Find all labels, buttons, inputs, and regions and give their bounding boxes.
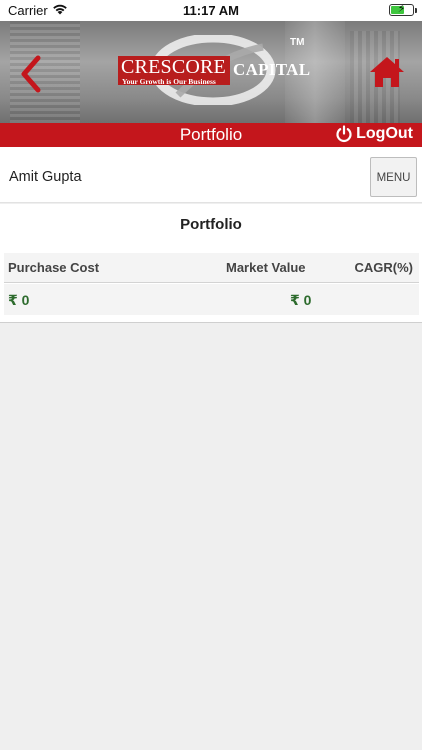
clock: 11:17 AM bbox=[183, 3, 239, 18]
portfolio-table: Purchase Cost Market Value CAGR(%) ₹ 0 ₹… bbox=[4, 253, 419, 315]
brand-name-primary: CRESCORE bbox=[121, 56, 226, 78]
battery-nub bbox=[415, 8, 417, 13]
market-value-value: ₹ 0 bbox=[290, 292, 312, 308]
trademark-mark: TM bbox=[290, 37, 305, 48]
brand-tagline: Your Growth is Our Business bbox=[122, 77, 216, 86]
table-row: ₹ 0 ₹ 0 bbox=[4, 284, 419, 315]
menu-button[interactable]: MENU bbox=[370, 157, 417, 197]
brand-name-secondary: CAPITAL bbox=[233, 60, 311, 79]
column-header-purchase-cost: Purchase Cost bbox=[8, 260, 100, 275]
home-icon bbox=[370, 57, 404, 87]
table-header-row: Purchase Cost Market Value CAGR(%) bbox=[4, 253, 419, 283]
user-bar: Amit Gupta MENU bbox=[0, 147, 422, 203]
title-bar: Portfolio LogOut bbox=[0, 123, 422, 147]
battery-icon: ⚡ bbox=[389, 3, 417, 16]
power-icon bbox=[336, 125, 352, 143]
chevron-left-icon bbox=[21, 55, 41, 93]
logout-button[interactable]: LogOut bbox=[335, 125, 413, 143]
logout-label: LogOut bbox=[356, 125, 413, 142]
brand-logo: CRESCORE Your Growth is Our Business CAP… bbox=[118, 35, 311, 107]
column-header-market-value: Market Value bbox=[226, 260, 306, 275]
section-heading: Portfolio bbox=[180, 216, 242, 233]
back-button[interactable] bbox=[14, 54, 48, 94]
portfolio-section: Portfolio Purchase Cost Market Value CAG… bbox=[0, 204, 422, 323]
user-name: Amit Gupta bbox=[9, 169, 82, 185]
purchase-cost-value: ₹ 0 bbox=[8, 292, 30, 308]
app-header: CRESCORE Your Growth is Our Business CAP… bbox=[0, 21, 422, 123]
status-bar: Carrier 11:17 AM ⚡ bbox=[0, 0, 422, 21]
column-header-cagr: CAGR(%) bbox=[354, 260, 414, 275]
home-button[interactable] bbox=[368, 55, 406, 89]
charging-bolt-icon: ⚡ bbox=[397, 3, 406, 15]
